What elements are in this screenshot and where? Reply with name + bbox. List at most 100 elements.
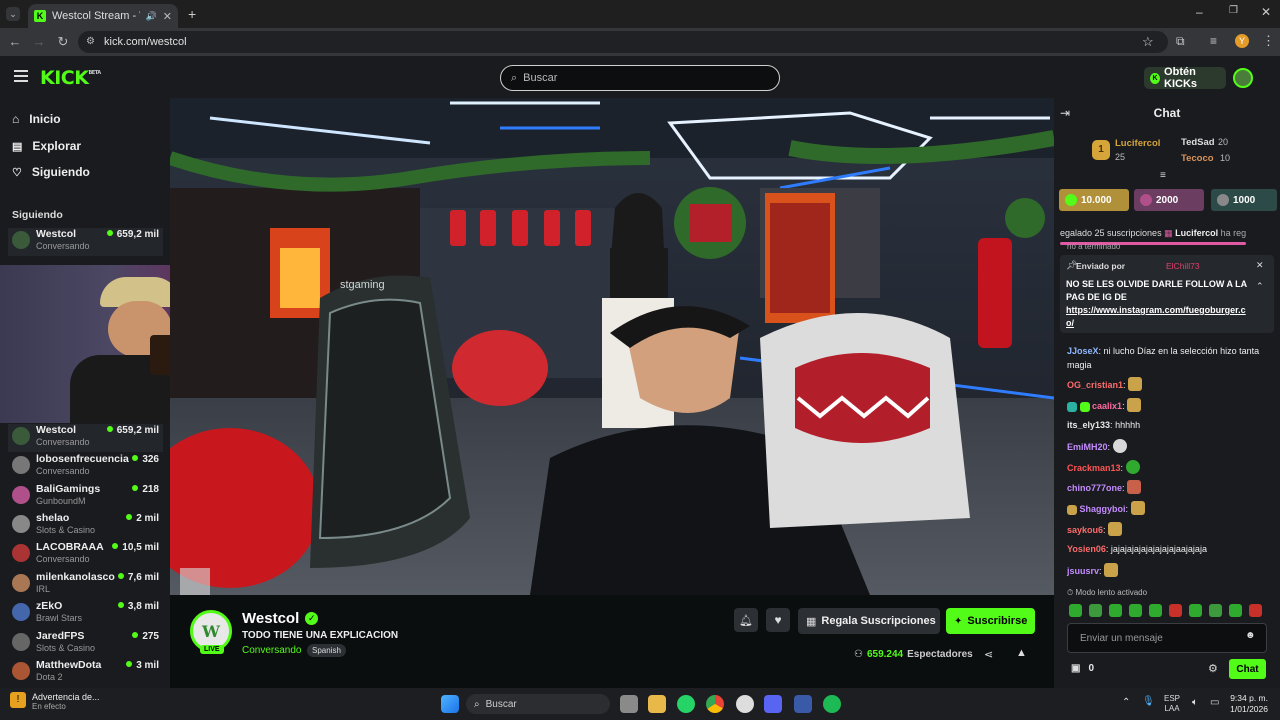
media-icon[interactable]: ≡ — [1210, 34, 1217, 48]
discord-icon[interactable] — [764, 695, 782, 713]
nav-home[interactable]: ⌂ Inicio — [12, 112, 61, 126]
nav-explore[interactable]: ▤ Explorar — [12, 139, 81, 153]
task-view-icon[interactable] — [620, 695, 638, 713]
chat-message: OG_cristian1: — [1067, 377, 1275, 392]
emote-icon[interactable] — [1069, 604, 1082, 617]
following-item[interactable]: Westcol Conversando 659,2 mil — [8, 424, 163, 452]
file-explorer-icon[interactable] — [648, 695, 666, 713]
following-item[interactable]: zEkO Brawl Stars 3,8 mil — [8, 600, 163, 628]
start-icon[interactable] — [441, 695, 459, 713]
kick-logo[interactable]: KICKBETA — [40, 67, 101, 89]
volume-icon[interactable]: 🔈︎ — [1192, 697, 1198, 708]
input-language[interactable]: ESP LAA — [1164, 694, 1180, 714]
reload-icon[interactable]: ↻ — [55, 34, 71, 50]
channel-logo-icon: W — [202, 621, 220, 641]
nav-following[interactable]: ♡ Siguiendo — [12, 165, 90, 179]
notification-item[interactable]: ! Advertencia de... En efecto — [10, 692, 100, 711]
site-info-icon[interactable]: ⚙ — [86, 36, 95, 47]
app-icon[interactable] — [736, 695, 754, 713]
viewer-count: ⚇ 659.244 Espectadores — [854, 649, 973, 660]
language-tag[interactable]: Spanish — [307, 644, 346, 657]
emote-icon[interactable] — [1089, 604, 1102, 617]
minimize-button[interactable]: – — [1196, 5, 1203, 19]
following-item[interactable]: MatthewDota Dota 2 3 mil — [8, 659, 163, 687]
leaderboard-third-count: 10 — [1220, 153, 1231, 163]
gift-goal-3[interactable]: 1000 — [1211, 189, 1277, 211]
emote-icon[interactable] — [1249, 604, 1262, 617]
browser-menu-icon[interactable]: ⋮ — [1262, 33, 1275, 49]
gift-icon: ▦ — [1164, 228, 1176, 238]
new-tab-button[interactable]: + — [188, 6, 196, 22]
following-item[interactable]: shelao Slots & Casino 2 mil — [8, 512, 163, 540]
profile-avatar[interactable]: Y — [1235, 34, 1249, 48]
back-icon[interactable]: ← — [7, 34, 23, 50]
following-item[interactable]: lobosenfrecuencia Conversando 326 — [8, 453, 163, 481]
search-input[interactable]: ⌕ Buscar — [500, 65, 780, 91]
following-item[interactable]: BaliGamings GunboundM 218 — [8, 483, 163, 511]
emote-icon[interactable] — [1129, 604, 1142, 617]
kicks-icon: K — [1150, 72, 1161, 84]
emoji-picker-icon[interactable]: ☻ — [1245, 630, 1256, 641]
forward-icon[interactable]: → — [31, 34, 47, 50]
user-avatar[interactable] — [1233, 68, 1253, 88]
video-player[interactable]: stgaming — [170, 98, 1054, 595]
emote-icon[interactable] — [1229, 604, 1242, 617]
tray-chevron-icon[interactable]: ⌃ — [1122, 697, 1130, 708]
chrome-icon[interactable] — [706, 695, 724, 713]
emote-icon[interactable] — [1149, 604, 1162, 617]
extensions-icon[interactable]: ⧉ — [1176, 34, 1185, 49]
channel-name[interactable]: Westcol — [242, 610, 299, 627]
url-field[interactable]: kick.com/westcol — [78, 31, 1168, 53]
emote-icon[interactable] — [1189, 604, 1202, 617]
mic-icon[interactable]: 🎙︎ — [1142, 696, 1155, 707]
emote-icon[interactable] — [1109, 604, 1122, 617]
butterfly-emote-icon — [1104, 563, 1119, 577]
emote-icon[interactable] — [1209, 604, 1222, 617]
pinned-user[interactable]: ElChill73 — [1166, 261, 1200, 271]
notifications-button[interactable]: 🔔︎ — [734, 608, 758, 632]
kicks-wallet[interactable]: ▣ 0 — [1071, 663, 1094, 674]
tab-close-icon[interactable]: ✕ — [163, 10, 172, 23]
get-kicks-button[interactable]: K Obtén KICKs — [1144, 66, 1226, 90]
gift-subs-button[interactable]: ▦ Regala Suscripciones — [798, 608, 940, 634]
clock[interactable]: 9:34 p. m. 1/01/2026 — [1226, 693, 1268, 715]
stream-category[interactable]: Conversando — [242, 645, 301, 656]
share-icon[interactable]: ⋖ — [984, 648, 993, 661]
whatsapp-icon[interactable] — [677, 695, 695, 713]
spotify-icon[interactable] — [823, 695, 841, 713]
report-icon[interactable]: ▲ — [1016, 647, 1027, 659]
collapse-pin-icon[interactable]: ⌃ — [1256, 281, 1264, 292]
emote-icon[interactable] — [1169, 604, 1182, 617]
leaderboard-expand-icon[interactable]: ≡ — [1160, 170, 1166, 181]
hamburger-menu-icon[interactable] — [14, 70, 28, 82]
send-chat-button[interactable]: Chat — [1229, 659, 1266, 679]
following-item[interactable]: milenkanolasco IRL 7,6 mil — [8, 571, 163, 599]
emote-quick-bar — [1069, 604, 1262, 617]
following-item[interactable]: JaredFPS Slots & Casino 275 — [8, 630, 163, 658]
goal-icon — [1140, 194, 1152, 206]
subscribe-button[interactable]: ✦ Suscribirse — [946, 608, 1035, 634]
chat-input[interactable]: Enviar un mensaje — [1067, 623, 1267, 653]
following-item[interactable]: LACOBRAAA Conversando 10,5 mil — [8, 541, 163, 569]
tab-search-button[interactable]: ⌄ — [6, 7, 20, 21]
channel-avatar — [12, 633, 30, 651]
leaderboard-third-name[interactable]: Tecoco — [1181, 153, 1214, 164]
ethereum-icon[interactable] — [794, 695, 812, 713]
follow-button[interactable]: ♥ — [766, 608, 790, 632]
chat-settings-icon[interactable]: ⚙ — [1208, 662, 1218, 675]
leaderboard-second-name[interactable]: TedSad — [1181, 137, 1215, 148]
following-item[interactable]: Westcol Conversando 659,2 mil — [8, 228, 163, 256]
pinned-link[interactable]: https://www.instagram.com/fuegoburger.co… — [1066, 304, 1251, 330]
channel-avatar — [12, 574, 30, 592]
maximize-button[interactable]: ❐ — [1229, 5, 1238, 16]
close-window-button[interactable]: ✕ — [1261, 5, 1271, 19]
bookmark-star-icon[interactable]: ☆ — [1142, 34, 1154, 50]
leaderboard-top-name[interactable]: Lucifercol — [1115, 138, 1160, 149]
taskbar-search[interactable]: ⌕ Buscar — [466, 694, 610, 714]
gift-goal-2[interactable]: 2000 — [1134, 189, 1204, 211]
unpin-icon[interactable]: ✕ — [1256, 260, 1264, 271]
gift-goal-1[interactable]: 10.000 — [1059, 189, 1129, 211]
browser-tab[interactable]: K Westcol Stream - Watch Li 🔊 ✕ — [28, 4, 178, 28]
battery-icon[interactable]: ▭ — [1210, 697, 1219, 708]
explore-icon: ▤ — [12, 140, 23, 153]
